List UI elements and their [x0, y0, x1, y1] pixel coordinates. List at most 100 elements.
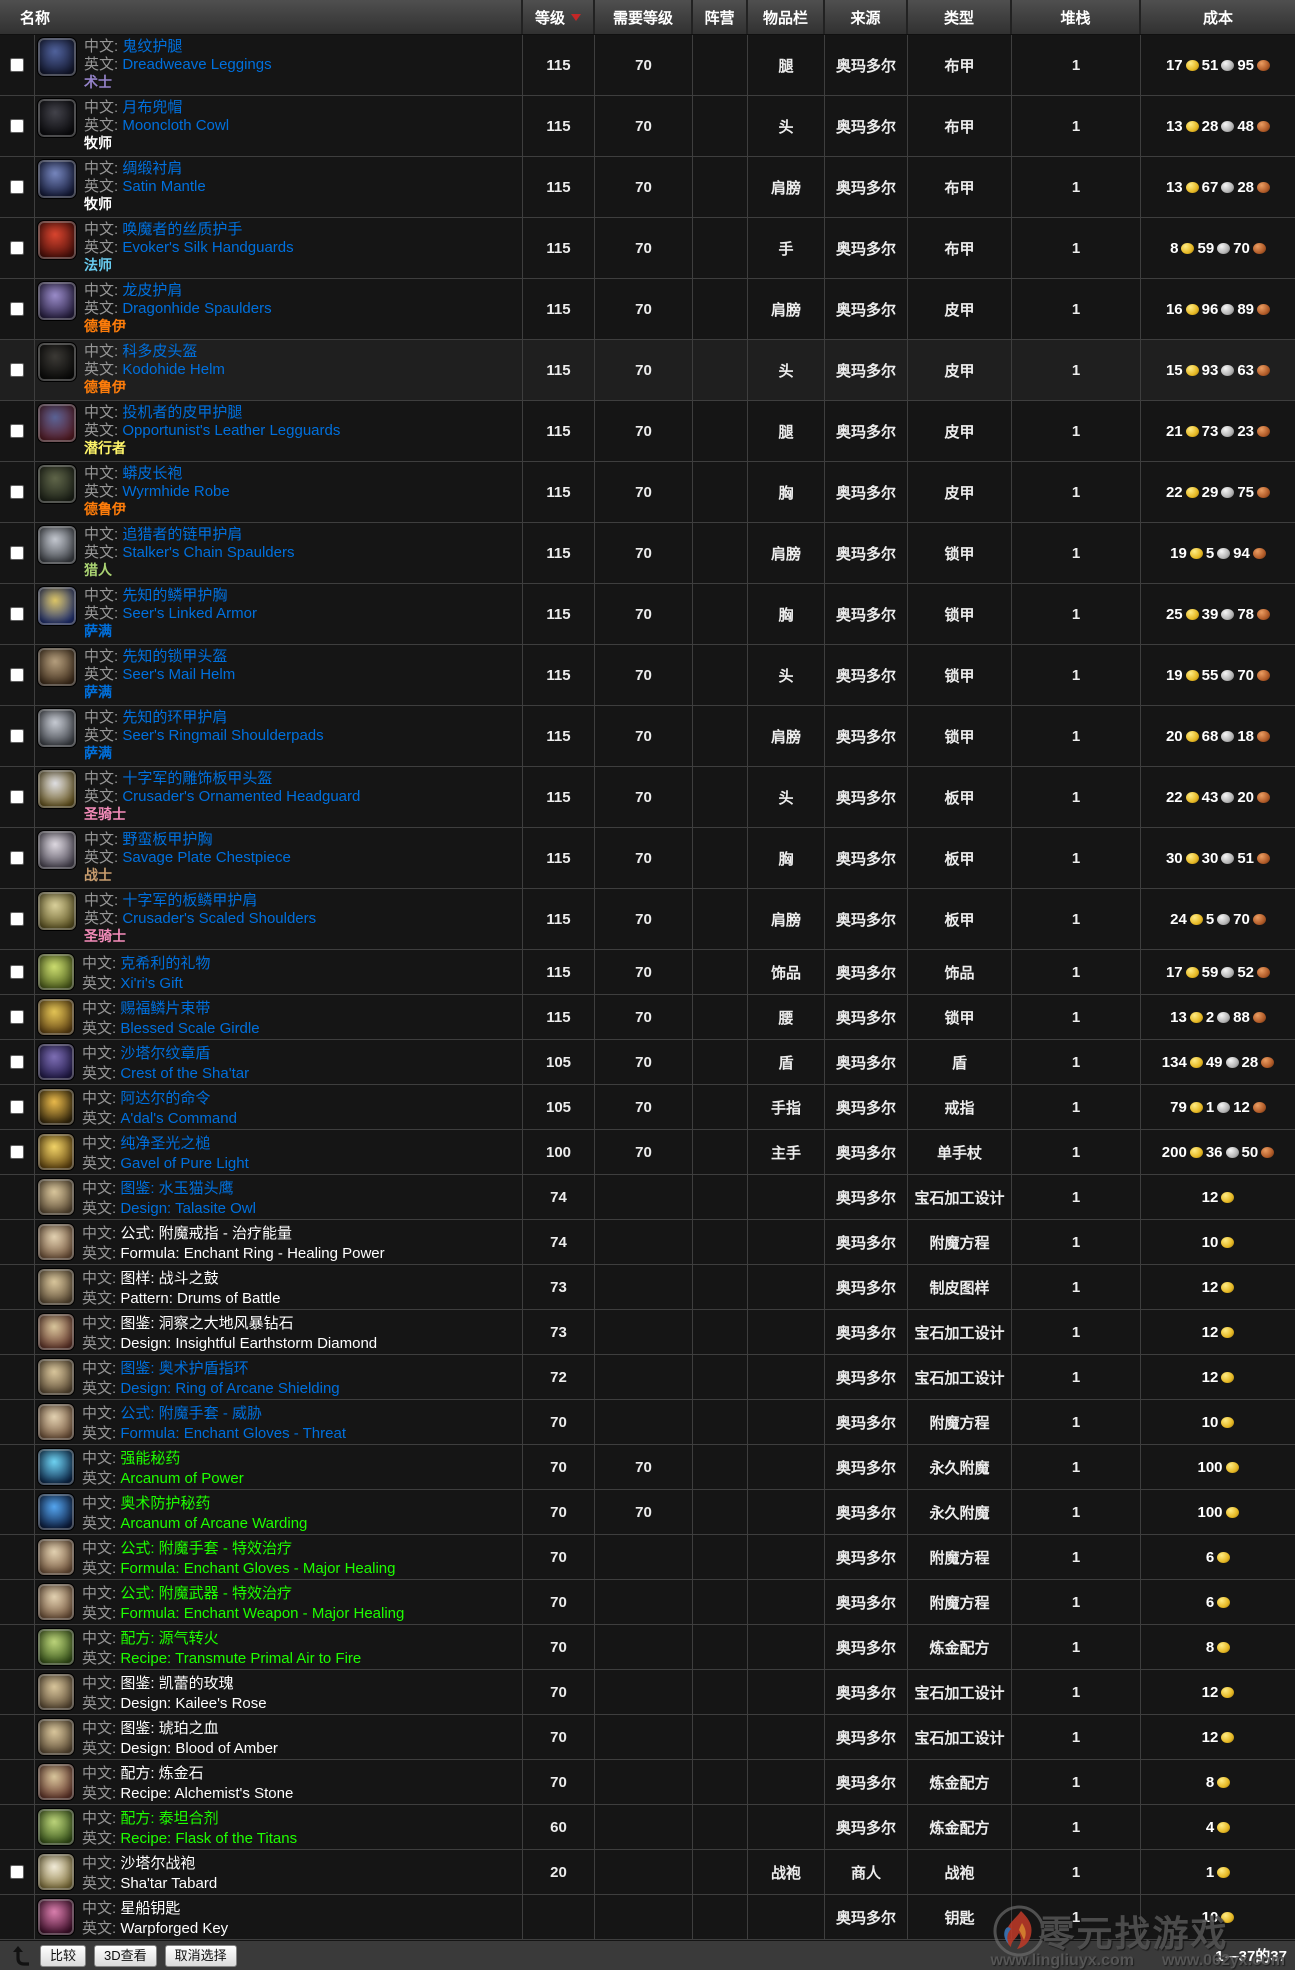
item-icon[interactable]: [37, 1898, 75, 1936]
row-checkbox[interactable]: [10, 1010, 24, 1024]
view-3d-button[interactable]: 3D查看: [94, 1945, 157, 1967]
item-icon[interactable]: [37, 1403, 75, 1441]
item-name-zh-link[interactable]: 公式: 附魔武器 - 特效治疗: [120, 1585, 292, 1602]
row-checkbox[interactable]: [10, 965, 24, 979]
row-checkbox[interactable]: [10, 485, 24, 499]
row-checkbox[interactable]: [10, 363, 24, 377]
item-name-en-link[interactable]: Wyrmhide Robe: [122, 483, 229, 500]
row-checkbox[interactable]: [10, 1865, 24, 1879]
item-name-en-link[interactable]: Seer's Linked Armor: [122, 605, 257, 622]
item-name-en-link[interactable]: Gavel of Pure Light: [120, 1155, 248, 1172]
column-header-1[interactable]: 等级: [523, 0, 595, 34]
item-name-en-link[interactable]: Recipe: Transmute Primal Air to Fire: [120, 1650, 361, 1667]
column-header-4[interactable]: 物品栏: [748, 0, 825, 34]
item-name-en-link[interactable]: A'dal's Command: [120, 1110, 237, 1127]
item-name-en-link[interactable]: Xi'ri's Gift: [120, 975, 182, 992]
column-header-8[interactable]: 成本: [1141, 0, 1295, 34]
item-name-zh-link[interactable]: 龙皮护肩: [122, 282, 182, 299]
item-name-en-link[interactable]: Design: Insightful Earthstorm Diamond: [120, 1335, 377, 1352]
row-checkbox[interactable]: [10, 1100, 24, 1114]
item-name-en-link[interactable]: Sha'tar Tabard: [120, 1875, 217, 1892]
item-icon[interactable]: [37, 98, 77, 138]
item-name-zh-link[interactable]: 图样: 战斗之鼓: [120, 1270, 218, 1287]
row-checkbox[interactable]: [10, 851, 24, 865]
row-checkbox[interactable]: [10, 424, 24, 438]
item-icon[interactable]: [37, 403, 77, 443]
item-icon[interactable]: [37, 1448, 75, 1486]
item-name-en-link[interactable]: Crest of the Sha'tar: [120, 1065, 249, 1082]
item-name-zh-link[interactable]: 赐福鳞片束带: [120, 1000, 210, 1017]
column-header-5[interactable]: 来源: [825, 0, 908, 34]
deselect-button[interactable]: 取消选择: [165, 1945, 237, 1967]
item-icon[interactable]: [37, 1583, 75, 1621]
item-name-zh-link[interactable]: 蟒皮长袍: [122, 465, 182, 482]
item-name-en-link[interactable]: Opportunist's Leather Legguards: [122, 422, 340, 439]
item-name-en-link[interactable]: Crusader's Ornamented Headguard: [122, 788, 360, 805]
item-icon[interactable]: [37, 1853, 75, 1891]
item-name-en-link[interactable]: Arcanum of Power: [120, 1470, 243, 1487]
item-icon[interactable]: [37, 159, 77, 199]
item-icon[interactable]: [37, 1493, 75, 1531]
item-icon[interactable]: [37, 1223, 75, 1261]
item-name-zh-link[interactable]: 克希利的礼物: [120, 955, 210, 972]
item-name-en-link[interactable]: Design: Ring of Arcane Shielding: [120, 1380, 339, 1397]
row-checkbox[interactable]: [10, 119, 24, 133]
row-checkbox[interactable]: [10, 1145, 24, 1159]
item-icon[interactable]: [37, 891, 77, 931]
item-name-en-link[interactable]: Formula: Enchant Gloves - Major Healing: [120, 1560, 395, 1577]
item-name-zh-link[interactable]: 配方: 炼金石: [120, 1765, 203, 1782]
item-icon[interactable]: [37, 1088, 75, 1126]
item-name-zh-link[interactable]: 图鉴: 凯蕾的玫瑰: [120, 1675, 233, 1692]
item-name-en-link[interactable]: Pattern: Drums of Battle: [120, 1290, 280, 1307]
item-name-zh-link[interactable]: 十字军的雕饰板甲头盔: [122, 770, 272, 787]
item-name-en-link[interactable]: Design: Talasite Owl: [120, 1200, 256, 1217]
item-icon[interactable]: [37, 1763, 75, 1801]
row-checkbox[interactable]: [10, 729, 24, 743]
item-name-zh-link[interactable]: 配方: 源气转火: [120, 1630, 218, 1647]
item-name-en-link[interactable]: Savage Plate Chestpiece: [122, 849, 290, 866]
row-checkbox[interactable]: [10, 790, 24, 804]
item-name-en-link[interactable]: Design: Kailee's Rose: [120, 1695, 266, 1712]
item-icon[interactable]: [37, 1268, 75, 1306]
item-name-zh-link[interactable]: 月布兜帽: [122, 99, 182, 116]
item-name-en-link[interactable]: Seer's Mail Helm: [122, 666, 235, 683]
return-arrow-icon[interactable]: [10, 1945, 32, 1967]
row-checkbox[interactable]: [10, 546, 24, 560]
item-name-zh-link[interactable]: 公式: 附魔手套 - 特效治疗: [120, 1540, 292, 1557]
item-name-zh-link[interactable]: 鬼纹护腿: [122, 38, 182, 55]
item-icon[interactable]: [37, 1313, 75, 1351]
column-header-7[interactable]: 堆栈: [1012, 0, 1141, 34]
item-name-en-link[interactable]: Formula: Enchant Weapon - Major Healing: [120, 1605, 404, 1622]
item-name-en-link[interactable]: Blessed Scale Girdle: [120, 1020, 259, 1037]
item-icon[interactable]: [37, 525, 77, 565]
item-icon[interactable]: [37, 953, 75, 991]
row-checkbox[interactable]: [10, 912, 24, 926]
item-name-zh-link[interactable]: 奥术防护秘药: [120, 1495, 210, 1512]
item-name-en-link[interactable]: Seer's Ringmail Shoulderpads: [122, 727, 323, 744]
item-icon[interactable]: [37, 37, 77, 77]
item-icon[interactable]: [37, 647, 77, 687]
item-name-zh-link[interactable]: 公式: 附魔戒指 - 治疗能量: [120, 1225, 292, 1242]
column-header-6[interactable]: 类型: [908, 0, 1012, 34]
item-icon[interactable]: [37, 1358, 75, 1396]
item-icon[interactable]: [37, 998, 75, 1036]
item-icon[interactable]: [37, 281, 77, 321]
item-name-zh-link[interactable]: 先知的锁甲头盔: [122, 648, 227, 665]
item-name-zh-link[interactable]: 先知的鳞甲护胸: [122, 587, 227, 604]
item-name-zh-link[interactable]: 纯净圣光之槌: [120, 1135, 210, 1152]
item-name-en-link[interactable]: Formula: Enchant Ring - Healing Power: [120, 1245, 384, 1262]
item-name-zh-link[interactable]: 配方: 泰坦合剂: [120, 1810, 218, 1827]
item-name-en-link[interactable]: Recipe: Flask of the Titans: [120, 1830, 297, 1847]
row-checkbox[interactable]: [10, 241, 24, 255]
item-icon[interactable]: [37, 1628, 75, 1666]
column-header-3[interactable]: 阵营: [693, 0, 748, 34]
row-checkbox[interactable]: [10, 180, 24, 194]
item-icon[interactable]: [37, 1178, 75, 1216]
item-icon[interactable]: [37, 830, 77, 870]
item-name-zh-link[interactable]: 科多皮头盔: [122, 343, 197, 360]
row-checkbox[interactable]: [10, 607, 24, 621]
item-name-en-link[interactable]: Kodohide Helm: [122, 361, 225, 378]
item-name-zh-link[interactable]: 沙塔尔战袍: [120, 1855, 195, 1872]
item-name-zh-link[interactable]: 阿达尔的命令: [120, 1090, 210, 1107]
item-name-en-link[interactable]: Dragonhide Spaulders: [122, 300, 271, 317]
